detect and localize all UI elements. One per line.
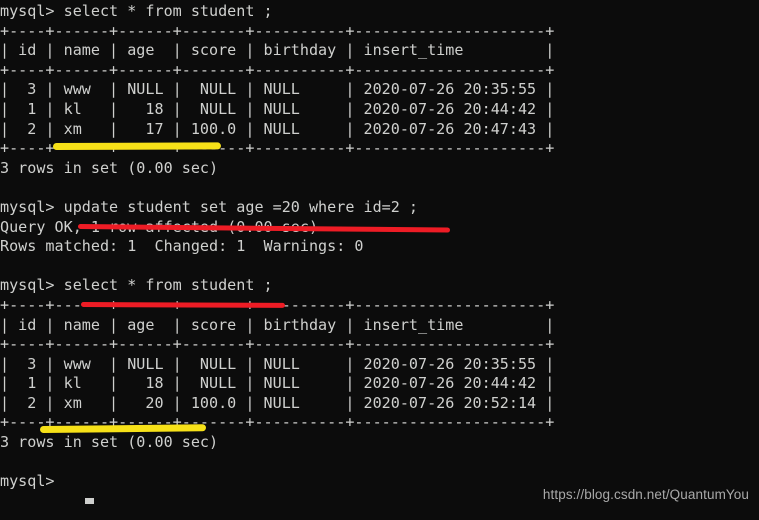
terminal-line: mysql> select * from student ; bbox=[0, 2, 273, 20]
terminal-line: mysql> update student set age =20 where … bbox=[0, 197, 419, 216]
terminal-line: +----+------+------+-------+----------+-… bbox=[0, 21, 555, 40]
terminal-line: +----+------+------+-------+----------+-… bbox=[0, 335, 555, 354]
terminal-line: | 2 | xm | 20 | 100.0 | NULL | 2020-07-2… bbox=[0, 393, 555, 412]
terminal-line: mysql> bbox=[0, 472, 55, 491]
terminal-line: | 1 | kl | 18 | NULL | NULL | 2020-07-26… bbox=[0, 99, 555, 118]
terminal-line: | id | name | age | score | birthday | i… bbox=[0, 41, 555, 60]
terminal-line: | 3 | www | NULL | NULL | NULL | 2020-07… bbox=[0, 354, 555, 373]
terminal-line: +----+------+------+-------+----------+-… bbox=[0, 413, 555, 432]
terminal-output[interactable]: mysql> select * from student ; +----+----… bbox=[0, 0, 554, 492]
terminal-line: Rows matched: 1 Changed: 1 Warnings: 0 bbox=[0, 237, 364, 256]
terminal-line: Query OK, 1 row affected (0.00 sec) bbox=[0, 217, 319, 236]
terminal-line: | id | name | age | score | birthday | i… bbox=[0, 315, 555, 334]
terminal-line: | 2 | xm | 17 | 100.0 | NULL | 2020-07-2… bbox=[0, 119, 555, 138]
terminal-line: | 3 | www | NULL | NULL | NULL | 2020-07… bbox=[0, 80, 555, 99]
terminal-line: +----+------+------+-------+----------+-… bbox=[0, 295, 555, 314]
terminal-line: | 1 | kl | 18 | NULL | NULL | 2020-07-26… bbox=[0, 374, 555, 393]
terminal-cursor bbox=[85, 498, 94, 504]
terminal-line: +----+------+------+-------+----------+-… bbox=[0, 139, 555, 158]
terminal-line: 3 rows in set (0.00 sec) bbox=[0, 158, 219, 177]
terminal-line: 3 rows in set (0.00 sec) bbox=[0, 433, 219, 452]
terminal-line: mysql> select * from student ; bbox=[0, 276, 273, 295]
terminal-line: +----+------+------+-------+----------+-… bbox=[0, 60, 555, 79]
watermark-url: https://blog.csdn.net/QuantumYou bbox=[542, 487, 749, 502]
terminal-window[interactable]: mysql> select * from student ; +----+----… bbox=[0, 0, 759, 520]
